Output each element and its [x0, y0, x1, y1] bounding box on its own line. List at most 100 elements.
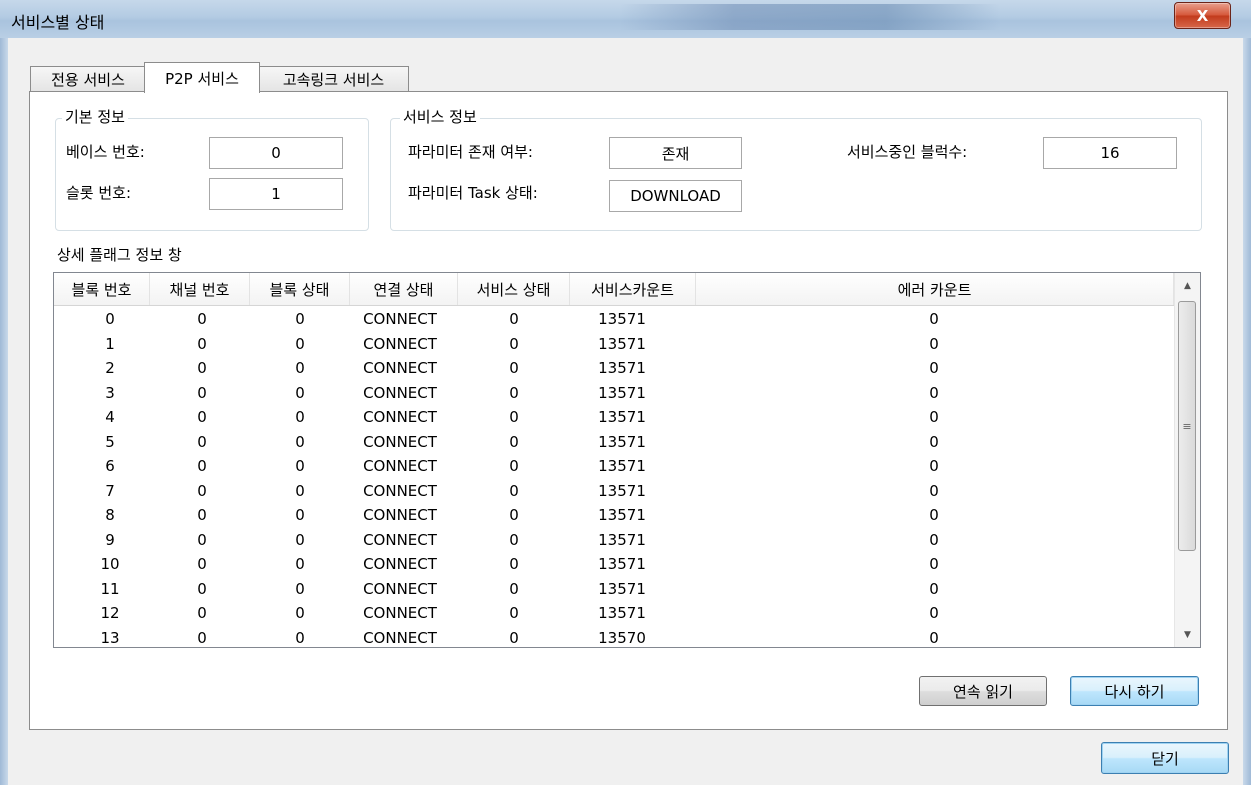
table-cell: CONNECT: [363, 604, 437, 622]
table-cell: CONNECT: [363, 359, 437, 377]
table-cell: 0: [929, 359, 939, 377]
table-row[interactable]: 0 0 0 CONNECT 0 13571 0: [54, 308, 1174, 330]
table-cell: 0: [509, 555, 519, 573]
table-row[interactable]: 1 0 0 CONNECT 0 13571 0: [54, 333, 1174, 355]
column-header[interactable]: 연결 상태: [350, 273, 458, 305]
slot-number-label: 슬롯 번호:: [66, 184, 132, 202]
table-row[interactable]: 6 0 0 CONNECT 0 13571 0: [54, 455, 1174, 477]
table-cell: 0: [509, 579, 519, 598]
list-body: 0 0 0 CONNECT 0 13571 0 1 0 0 CONNECT 0 13571 0 2 0 0 CON…: [54, 308, 1174, 647]
table-cell: CONNECT: [363, 555, 437, 573]
close-icon: X: [1196, 6, 1209, 25]
title-bar: 서비스별 상태 X: [0, 0, 1251, 39]
base-number-label: 베이스 번호:: [66, 143, 145, 161]
continuous-read-button[interactable]: 연속 읽기: [919, 676, 1047, 706]
table-cell: 0: [929, 334, 939, 353]
button-label: 닫기: [1151, 749, 1179, 768]
button-label: 다시 하기: [1104, 682, 1165, 701]
detail-flag-title: 상세 플래그 정보 창: [57, 246, 182, 264]
column-header[interactable]: 서비스카운트: [570, 273, 696, 305]
detail-flag-list[interactable]: 블록 번호 채널 번호 블록 상태 연결 상태 서비스 상태 서비스카운트 에러 카운트 0…: [53, 272, 1201, 648]
column-header[interactable]: 서비스 상태: [458, 273, 570, 305]
table-cell: 0: [509, 310, 519, 328]
service-info-legend: 서비스 정보: [400, 106, 480, 127]
table-cell: 0: [929, 481, 939, 500]
param-exists-field: 존재: [609, 137, 742, 169]
table-cell: 0: [509, 481, 519, 500]
service-blocks-label: 서비스중인 블럭수:: [847, 143, 968, 161]
tab-label: P2P 서비스: [165, 69, 239, 88]
basic-info-legend: 기본 정보: [62, 106, 128, 127]
table-cell: 0: [509, 506, 519, 524]
table-cell: CONNECT: [363, 530, 437, 549]
close-button[interactable]: 닫기: [1101, 742, 1229, 774]
window-title: 서비스별 상태: [11, 13, 105, 32]
list-header: 블록 번호 채널 번호 블록 상태 연결 상태 서비스 상태 서비스카운트 에러 카운트: [54, 273, 1174, 306]
table-cell: 0: [929, 383, 939, 402]
table-row[interactable]: 7 0 0 CONNECT 0 13571 0: [54, 480, 1174, 502]
table-cell: 13571: [598, 408, 646, 426]
table-cell: 0: [509, 408, 519, 426]
tab-highspeed-link-service[interactable]: 고속링크 서비스: [258, 66, 409, 92]
scrollbar-grip-icon: ≡: [1182, 419, 1192, 433]
table-cell: 0: [509, 359, 519, 377]
table-cell: 0: [929, 555, 939, 573]
param-exists-label: 파라미터 존재 여부:: [408, 143, 533, 161]
table-cell: 13571: [598, 383, 646, 402]
table-row[interactable]: 13 0 0 CONNECT 0 13570 0: [54, 627, 1174, 648]
table-cell: 0: [509, 628, 519, 647]
table-cell: 13571: [598, 555, 646, 573]
slot-number-field: 1: [209, 178, 343, 210]
table-cell: 0: [929, 604, 939, 622]
column-header[interactable]: 블록 번호: [54, 273, 150, 305]
table-cell: 13571: [598, 334, 646, 353]
table-cell: CONNECT: [363, 334, 437, 353]
column-header[interactable]: 채널 번호: [150, 273, 250, 305]
scrollbar-thumb[interactable]: ≡: [1178, 301, 1196, 551]
scroll-down-arrow-icon[interactable]: ▼: [1175, 622, 1200, 647]
table-cell: 0: [929, 506, 939, 524]
table-cell: 13571: [598, 457, 646, 475]
vertical-scrollbar[interactable]: ▲ ≡ ▼: [1174, 273, 1200, 647]
table-cell: 13571: [598, 432, 646, 451]
param-task-field: DOWNLOAD: [609, 180, 742, 212]
table-cell: CONNECT: [363, 457, 437, 475]
base-number-field: 0: [209, 137, 343, 169]
table-cell: 0: [929, 457, 939, 475]
tab-dedicated-service[interactable]: 전용 서비스: [30, 66, 146, 92]
table-row[interactable]: 4 0 0 CONNECT 0 13571 0: [54, 406, 1174, 428]
table-row[interactable]: 10 0 0 CONNECT 0 13571 0: [54, 553, 1174, 575]
table-row[interactable]: 2 0 0 CONNECT 0 13571 0: [54, 357, 1174, 379]
table-cell: CONNECT: [363, 432, 437, 451]
tab-p2p-service[interactable]: P2P 서비스: [144, 62, 260, 93]
table-row[interactable]: 8 0 0 CONNECT 0 13571 0: [54, 504, 1174, 526]
table-row[interactable]: 5 0 0 CONNECT 0 13571 0: [54, 431, 1174, 453]
column-header[interactable]: 블록 상태: [250, 273, 350, 305]
table-cell: CONNECT: [363, 628, 437, 647]
button-label: 연속 읽기: [953, 682, 1013, 701]
table-cell: 0: [509, 383, 519, 402]
table-cell: 0: [929, 408, 939, 426]
column-header[interactable]: 에러 카운트: [696, 273, 1174, 305]
table-row[interactable]: 3 0 0 CONNECT 0 13571 0: [54, 382, 1174, 404]
table-cell: 13570: [598, 628, 646, 647]
service-info-group: [390, 118, 1202, 231]
close-window-button[interactable]: X: [1174, 2, 1231, 29]
table-cell: 13571: [598, 530, 646, 549]
table-cell: 0: [929, 579, 939, 598]
table-cell: 0: [509, 530, 519, 549]
table-row[interactable]: 11 0 0 CONNECT 0 13571 0: [54, 578, 1174, 600]
table-cell: 0: [929, 530, 939, 549]
basic-info-group: [55, 118, 369, 231]
table-row[interactable]: 9 0 0 CONNECT 0 13571 0: [54, 529, 1174, 551]
table-cell: CONNECT: [363, 506, 437, 524]
table-cell: 13571: [598, 481, 646, 500]
table-cell: 0: [509, 432, 519, 451]
tab-label: 고속링크 서비스: [282, 71, 385, 89]
table-row[interactable]: 12 0 0 CONNECT 0 13571 0: [54, 602, 1174, 624]
table-cell: 0: [509, 604, 519, 622]
scroll-up-arrow-icon[interactable]: ▲: [1175, 273, 1200, 298]
table-cell: CONNECT: [363, 408, 437, 426]
retry-button[interactable]: 다시 하기: [1070, 676, 1199, 706]
table-cell: CONNECT: [363, 481, 437, 500]
